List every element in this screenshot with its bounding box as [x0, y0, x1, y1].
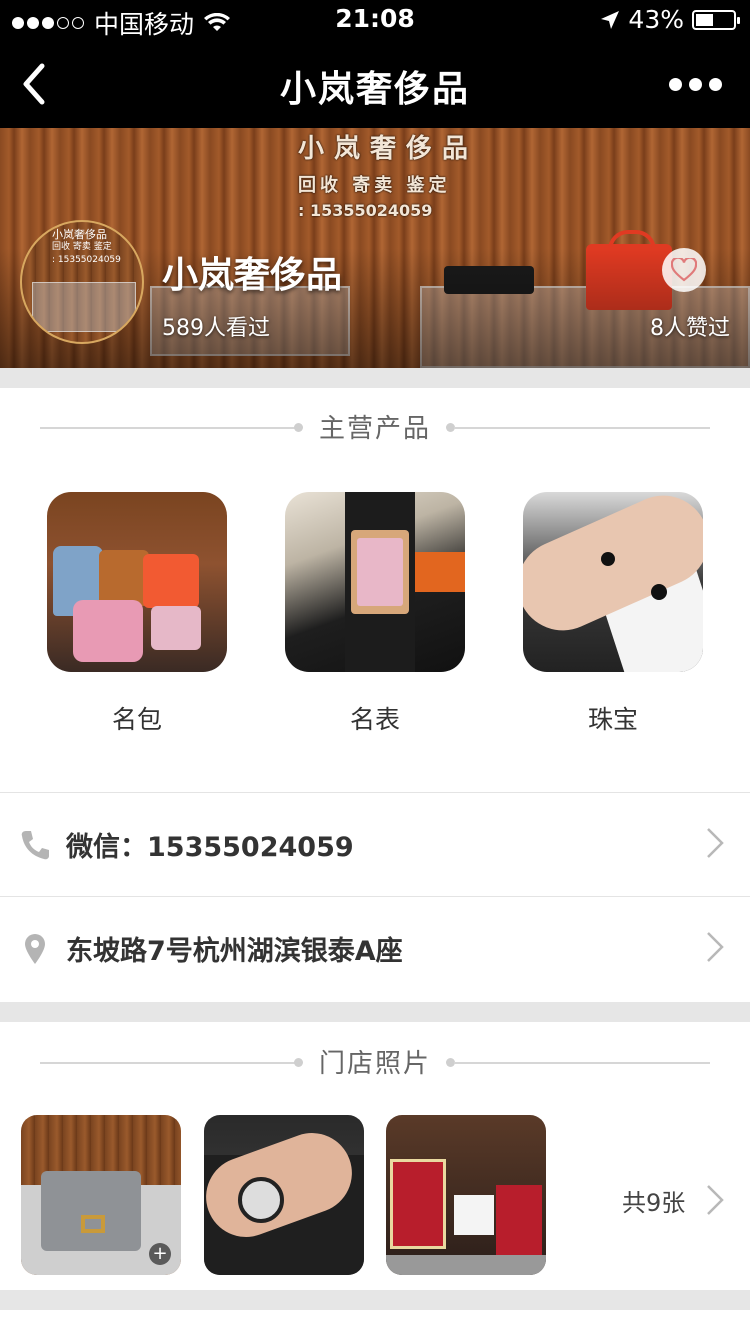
section-divider: [0, 1290, 750, 1310]
chevron-right-icon: [707, 932, 724, 962]
watches-image: [285, 492, 465, 672]
section-divider: [0, 368, 750, 388]
heart-icon: [671, 258, 697, 282]
product-category-watches[interactable]: 名表: [285, 492, 465, 736]
jewelry-image: [523, 492, 703, 672]
bags-image: [47, 492, 227, 672]
battery-icon: [692, 9, 740, 30]
address-row[interactable]: 东坡路7号杭州湖滨银泰A座: [0, 896, 750, 1002]
store-photos-header: 门店照片: [0, 1043, 750, 1083]
product-label: 名表: [349, 705, 400, 734]
section-divider: [0, 1002, 750, 1022]
wechat-text: 微信：15355024059: [66, 832, 354, 863]
product-category-jewelry[interactable]: 珠宝: [523, 492, 703, 736]
status-bar: 中国移动 21:08 43%: [0, 0, 750, 40]
photo-count[interactable]: 共9张: [622, 1183, 685, 1218]
location-arrow-icon: [601, 10, 620, 29]
location-pin-icon: [25, 934, 45, 964]
store-photo[interactable]: +: [21, 1115, 181, 1275]
sign-line-1: 小岚奢侈品: [298, 134, 479, 164]
product-label: 珠宝: [587, 705, 638, 734]
main-products-header: 主营产品: [0, 408, 750, 448]
visit-count: 589人看过: [162, 316, 270, 341]
product-category-bags[interactable]: 名包: [47, 492, 227, 736]
store-sign: 小岚奢侈品 回收 寄卖 鉴定 : 15355024059: [298, 128, 528, 220]
battery-percent: 43%: [628, 5, 684, 34]
like-button[interactable]: [662, 248, 706, 292]
product-label: 名包: [111, 705, 162, 734]
avatar[interactable]: 小岚奢侈品 回收 寄卖 鉴定 : 15355024059: [20, 220, 144, 344]
shop-name: 小岚奢侈品: [162, 255, 343, 296]
phone-icon: [21, 831, 49, 860]
store-photo[interactable]: [386, 1115, 546, 1275]
wechat-row[interactable]: 微信：15355024059: [0, 792, 750, 896]
page-title: 小岚奢侈品: [279, 69, 470, 110]
chevron-right-icon[interactable]: [706, 1184, 724, 1216]
sign-line-3: : 15355024059: [298, 201, 433, 220]
sign-line-2: 回收 寄卖 鉴定: [298, 175, 451, 196]
chevron-right-icon: [707, 828, 724, 858]
like-count: 8人赞过: [650, 316, 730, 341]
add-circle-icon: +: [149, 1243, 171, 1265]
shop-banner: 小岚奢侈品 回收 寄卖 鉴定 : 15355024059 小岚奢侈品 回收 寄卖…: [0, 128, 750, 368]
store-photo[interactable]: [204, 1115, 364, 1275]
address-text: 东坡路7号杭州湖滨银泰A座: [66, 936, 403, 967]
nav-bar: 小岚奢侈品: [0, 40, 750, 128]
more-dots-icon[interactable]: [669, 78, 722, 91]
